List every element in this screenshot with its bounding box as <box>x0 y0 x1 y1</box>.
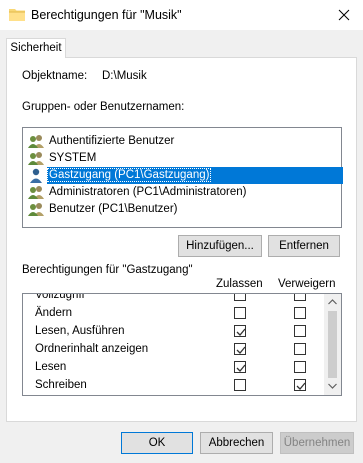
permission-row: Ändern <box>23 305 323 323</box>
deny-checkbox[interactable] <box>294 379 306 391</box>
close-icon <box>338 9 350 21</box>
group-name: SYSTEM <box>49 152 97 164</box>
close-button[interactable] <box>325 0 363 30</box>
object-name-label: Objektname: <box>22 70 88 82</box>
group-item[interactable]: Benutzer (PC1\Benutzer) <box>27 201 337 218</box>
allow-checkbox[interactable] <box>234 343 246 355</box>
deny-checkbox[interactable] <box>294 361 306 373</box>
checkmark-icon <box>236 346 246 354</box>
title-bar: Berechtigungen für "Musik" <box>0 0 363 30</box>
scroll-up-icon[interactable] <box>328 299 337 305</box>
allow-checkbox[interactable] <box>234 361 246 373</box>
group-item[interactable]: Authentifizierte Benutzer <box>27 133 337 150</box>
permission-name: Schreiben <box>35 379 87 391</box>
allow-checkbox[interactable] <box>234 325 246 337</box>
folder-icon <box>9 9 25 21</box>
groups-label: Gruppen- oder Benutzernamen: <box>22 101 185 113</box>
permission-name: Ordnerinhalt anzeigen <box>35 343 149 355</box>
permission-name: Lesen <box>35 361 67 373</box>
checkmark-icon <box>296 382 306 390</box>
permission-row: Ordnerinhalt anzeigen <box>23 341 323 359</box>
deny-checkbox[interactable] <box>294 307 306 319</box>
object-name-value: D:\Musik <box>102 70 147 82</box>
group-item[interactable]: SYSTEM <box>27 150 337 167</box>
group-icon <box>28 186 44 199</box>
permission-row: Vollzugriff <box>23 293 323 305</box>
deny-checkbox[interactable] <box>294 343 306 355</box>
ok-button[interactable]: OK <box>121 432 193 454</box>
tab-sicherheit[interactable]: Sicherheit <box>6 38 66 58</box>
allow-column-header: Zulassen <box>216 278 263 290</box>
deny-checkbox[interactable] <box>294 294 306 301</box>
remove-button[interactable]: Entfernen <box>268 235 340 257</box>
group-icon <box>28 203 44 216</box>
permissions-label: Berechtigungen für "Gastzugang" <box>22 264 193 276</box>
checkmark-icon <box>236 364 246 372</box>
apply-button[interactable]: Übernehmen <box>280 432 354 454</box>
group-icon <box>28 135 44 148</box>
permission-name: Lesen, Ausführen <box>35 325 125 337</box>
group-name: Authentifizierte Benutzer <box>49 135 175 147</box>
user-icon <box>30 168 42 183</box>
permission-row: Schreiben <box>23 377 323 395</box>
group-item[interactable]: Administratoren (PC1\Administratoren) <box>27 184 337 201</box>
checkmark-icon <box>236 328 246 336</box>
window-title: Berechtigungen für "Musik" <box>31 8 182 22</box>
add-button[interactable]: Hinzufügen... <box>178 235 262 257</box>
scroll-down-icon[interactable] <box>328 383 337 389</box>
cancel-button[interactable]: Abbrechen <box>200 432 273 454</box>
group-list[interactable]: Authentifizierte Benutzer SYSTEM Gastzug… <box>22 127 343 228</box>
permission-row: Lesen <box>23 359 323 377</box>
vertical-scrollbar[interactable] <box>324 294 341 395</box>
permission-name: Vollzugriff <box>35 293 85 301</box>
permissions-table: Vollzugriff Ändern Lesen, Ausführen Ordn… <box>22 293 342 396</box>
allow-checkbox[interactable] <box>234 294 246 301</box>
group-name: Gastzugang (PC1\Gastzugang) <box>47 168 212 182</box>
scroll-thumb[interactable] <box>328 311 337 378</box>
permission-name: Ändern <box>35 307 73 319</box>
group-item-selected[interactable]: Gastzugang (PC1\Gastzugang) <box>27 167 343 184</box>
deny-checkbox[interactable] <box>294 325 306 337</box>
allow-checkbox[interactable] <box>234 379 246 391</box>
group-name: Administratoren (PC1\Administratoren) <box>49 186 247 198</box>
group-icon <box>28 152 44 165</box>
deny-column-header: Verweigern <box>278 278 336 290</box>
permission-row: Lesen, Ausführen <box>23 323 323 341</box>
group-name: Benutzer (PC1\Benutzer) <box>49 203 178 215</box>
allow-checkbox[interactable] <box>234 307 246 319</box>
